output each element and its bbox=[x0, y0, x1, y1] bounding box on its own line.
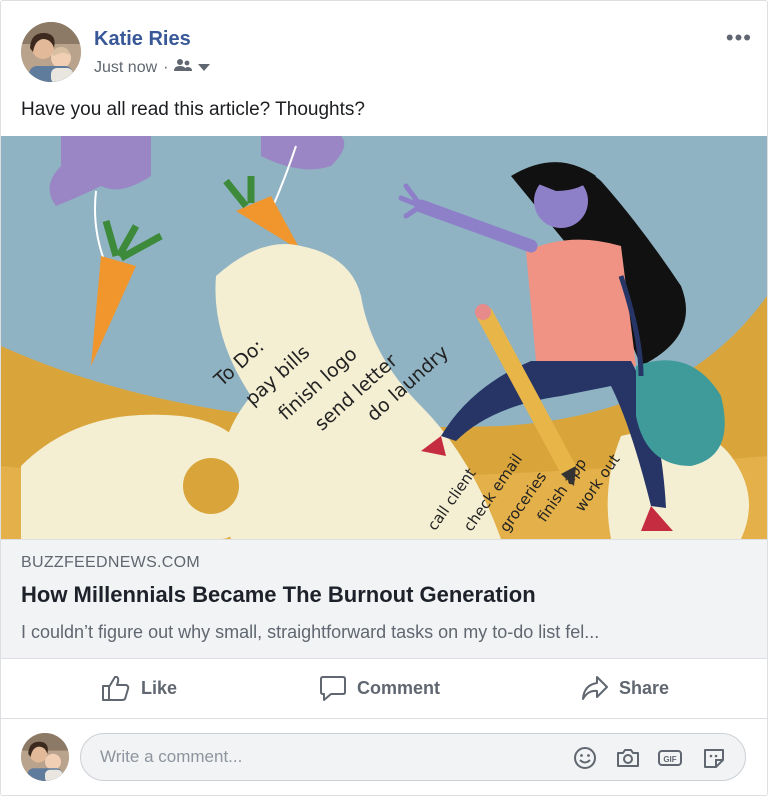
article-image[interactable]: To Do: pay bills finish logo send letter… bbox=[1, 136, 767, 539]
divider bbox=[1, 718, 767, 719]
post-time[interactable]: Just now bbox=[94, 59, 157, 77]
like-label: Like bbox=[141, 677, 178, 698]
author-avatar[interactable] bbox=[21, 22, 81, 82]
illustration: To Do: pay bills finish logo send letter… bbox=[1, 136, 767, 539]
share-label: Share bbox=[619, 677, 670, 698]
thumbs-up-icon bbox=[101, 674, 131, 702]
link-title[interactable]: How Millennials Became The Burnout Gener… bbox=[21, 582, 536, 608]
comment-button[interactable]: Comment bbox=[319, 658, 440, 718]
more-options-button[interactable]: ••• bbox=[726, 25, 752, 51]
link-preview[interactable]: BUZZFEEDNEWS.COM How Millennials Became … bbox=[1, 539, 767, 659]
chevron-down-icon[interactable] bbox=[198, 59, 211, 77]
like-button[interactable]: Like bbox=[101, 658, 177, 718]
share-button[interactable]: Share bbox=[581, 658, 669, 718]
comment-icon bbox=[319, 674, 347, 702]
comment-composer: GIF bbox=[80, 733, 746, 781]
sticker-icon[interactable] bbox=[701, 746, 727, 770]
author-name[interactable]: Katie Ries bbox=[94, 28, 191, 51]
link-description: I couldn’t figure out why small, straigh… bbox=[21, 622, 600, 642]
comment-label: Comment bbox=[357, 677, 441, 698]
gif-icon[interactable]: GIF bbox=[657, 746, 683, 770]
user-avatar[interactable] bbox=[21, 733, 69, 781]
share-icon bbox=[581, 675, 609, 701]
post-card: Katie Ries Just now · ••• Have you all r… bbox=[0, 0, 768, 796]
camera-icon[interactable] bbox=[615, 746, 641, 770]
post-header: Katie Ries Just now · ••• bbox=[1, 1, 767, 91]
gif-label: GIF bbox=[663, 755, 676, 764]
meta-separator: · bbox=[163, 58, 169, 76]
post-actions: Like Comment Share bbox=[1, 658, 767, 718]
emoji-icon[interactable] bbox=[572, 746, 598, 770]
post-meta: Just now · bbox=[94, 58, 211, 77]
post-caption: Have you all read this article? Thoughts… bbox=[21, 99, 365, 120]
friends-icon[interactable] bbox=[174, 58, 193, 77]
comment-input[interactable] bbox=[98, 746, 542, 768]
link-domain: BUZZFEEDNEWS.COM bbox=[21, 554, 201, 571]
